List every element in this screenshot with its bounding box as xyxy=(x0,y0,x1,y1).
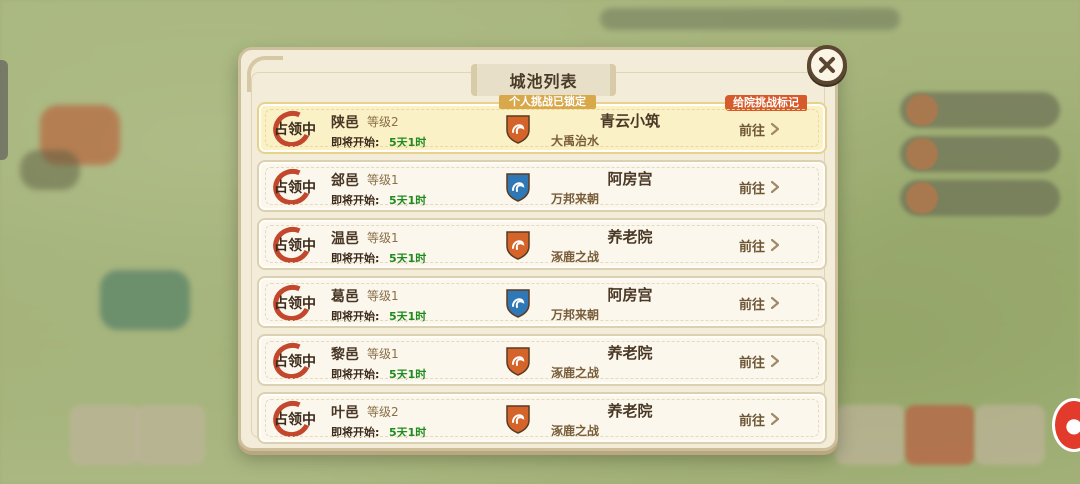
city-row[interactable]: 占领中 葛邑 等级1 即将开始: 5天1时 阿房宫 万邦来朝 前往 xyxy=(257,276,827,328)
faction-motto: 涿鹿之战 xyxy=(551,250,600,264)
occupied-status-badge: 占领中 xyxy=(265,395,325,443)
goto-button[interactable]: 前往 xyxy=(739,232,799,258)
city-row[interactable]: 占领中 温邑 等级1 即将开始: 5天1时 养老院 涿鹿之战 前往 xyxy=(257,218,827,270)
faction-name: 青云小筑 xyxy=(599,112,660,130)
city-level: 等级1 xyxy=(367,289,399,303)
city-name: 黎邑 xyxy=(331,347,359,363)
countdown-value: 5天1时 xyxy=(389,136,427,149)
orange-crest-icon xyxy=(506,347,530,376)
challenge-locked-ribbon: 个人挑战已锁定 xyxy=(499,95,596,109)
orange-crest-icon xyxy=(506,231,530,260)
occupied-status-badge: 占领中 xyxy=(265,163,325,211)
goto-label: 前往 xyxy=(739,123,766,139)
city-row[interactable]: 占领中 陕邑 等级2 即将开始: 5天1时 青云小筑 大禹治水 前往 个人挑战已… xyxy=(257,95,827,154)
city-level: 等级2 xyxy=(367,115,399,129)
faction-motto: 涿鹿之战 xyxy=(551,366,600,380)
city-list: 占领中 陕邑 等级2 即将开始: 5天1时 青云小筑 大禹治水 前往 个人挑战已… xyxy=(257,95,827,450)
status-label: 占领中 xyxy=(274,296,316,312)
goto-button[interactable]: 前往 xyxy=(739,348,799,374)
city-level: 等级1 xyxy=(367,347,399,361)
city-name: 温邑 xyxy=(331,231,359,247)
dialog-title-bar: 城池列表 xyxy=(471,64,616,96)
occupied-status-badge: 占领中 xyxy=(265,105,325,153)
occupied-status-badge: 占领中 xyxy=(265,221,325,269)
goto-button[interactable]: 前往 xyxy=(739,406,799,432)
faction-name: 阿房宫 xyxy=(607,170,653,188)
chevron-right-icon xyxy=(771,297,780,309)
status-label: 占领中 xyxy=(274,238,316,254)
faction-motto: 大禹治水 xyxy=(551,134,600,148)
countdown-label: 即将开始: xyxy=(331,194,380,207)
city-level: 等级1 xyxy=(367,231,399,245)
city-level: 等级1 xyxy=(367,173,399,187)
occupied-status-badge: 占领中 xyxy=(265,337,325,385)
scroll-ornament xyxy=(247,56,283,92)
chevron-right-icon xyxy=(771,123,780,135)
status-label: 占领中 xyxy=(274,180,316,196)
challenge-mark-ribbon: 给院挑战标记 xyxy=(725,95,807,111)
faction-name: 养老院 xyxy=(607,228,653,246)
city-row[interactable]: 占领中 叶邑 等级2 即将开始: 5天1时 养老院 涿鹿之战 前往 xyxy=(257,392,827,444)
countdown-value: 5天1时 xyxy=(389,310,427,323)
chevron-right-icon xyxy=(771,181,780,193)
faction-name: 阿房宫 xyxy=(607,286,653,304)
faction-motto: 涿鹿之战 xyxy=(551,424,600,438)
city-name: 叶邑 xyxy=(331,405,359,421)
goto-label: 前往 xyxy=(739,239,766,255)
countdown-value: 5天1时 xyxy=(389,252,427,265)
chevron-right-icon xyxy=(771,355,780,367)
countdown-label: 即将开始: xyxy=(331,252,380,265)
faction-name: 养老院 xyxy=(607,344,653,362)
status-label: 占领中 xyxy=(274,412,316,428)
goto-label: 前往 xyxy=(739,413,766,429)
countdown-label: 即将开始: xyxy=(331,368,380,381)
city-name: 郐邑 xyxy=(331,173,359,189)
goto-button[interactable]: 前往 xyxy=(739,116,799,142)
goto-label: 前往 xyxy=(739,355,766,371)
chevron-right-icon xyxy=(771,413,780,425)
countdown-value: 5天1时 xyxy=(389,368,427,381)
status-label: 占领中 xyxy=(274,122,316,138)
countdown-label: 即将开始: xyxy=(331,136,380,149)
city-level: 等级2 xyxy=(367,405,399,419)
dialog-title: 城池列表 xyxy=(509,72,578,91)
goto-button[interactable]: 前往 xyxy=(739,174,799,200)
side-drawer-handle[interactable] xyxy=(0,60,8,160)
close-button[interactable] xyxy=(807,45,847,85)
blue-crest-icon xyxy=(506,173,530,202)
goto-button[interactable]: 前往 xyxy=(739,290,799,316)
close-icon xyxy=(819,57,835,73)
city-name: 葛邑 xyxy=(331,289,359,305)
occupied-status-badge: 占领中 xyxy=(265,279,325,327)
goto-label: 前往 xyxy=(739,181,766,197)
countdown-value: 5天1时 xyxy=(389,426,427,439)
city-name: 陕邑 xyxy=(331,115,359,131)
city-list-dialog: 城池列表 占领中 陕邑 等级2 即将开始: 5天1时 青云小筑 大禹治水 前往 … xyxy=(238,47,838,451)
faction-motto: 万邦来朝 xyxy=(551,192,600,206)
status-label: 占领中 xyxy=(274,354,316,370)
countdown-value: 5天1时 xyxy=(389,194,427,207)
event-icon: ● xyxy=(1065,413,1080,437)
goto-label: 前往 xyxy=(739,297,766,313)
faction-name: 养老院 xyxy=(607,402,653,420)
orange-crest-icon xyxy=(506,405,530,434)
city-row[interactable]: 占领中 郐邑 等级1 即将开始: 5天1时 阿房宫 万邦来朝 前往 xyxy=(257,160,827,212)
countdown-label: 即将开始: xyxy=(331,426,380,439)
chevron-right-icon xyxy=(771,239,780,251)
blue-crest-icon xyxy=(506,289,530,318)
countdown-label: 即将开始: xyxy=(331,310,380,323)
orange-crest-icon xyxy=(506,115,530,144)
faction-motto: 万邦来朝 xyxy=(551,308,600,322)
city-row[interactable]: 占领中 黎邑 等级1 即将开始: 5天1时 养老院 涿鹿之战 前往 xyxy=(257,334,827,386)
